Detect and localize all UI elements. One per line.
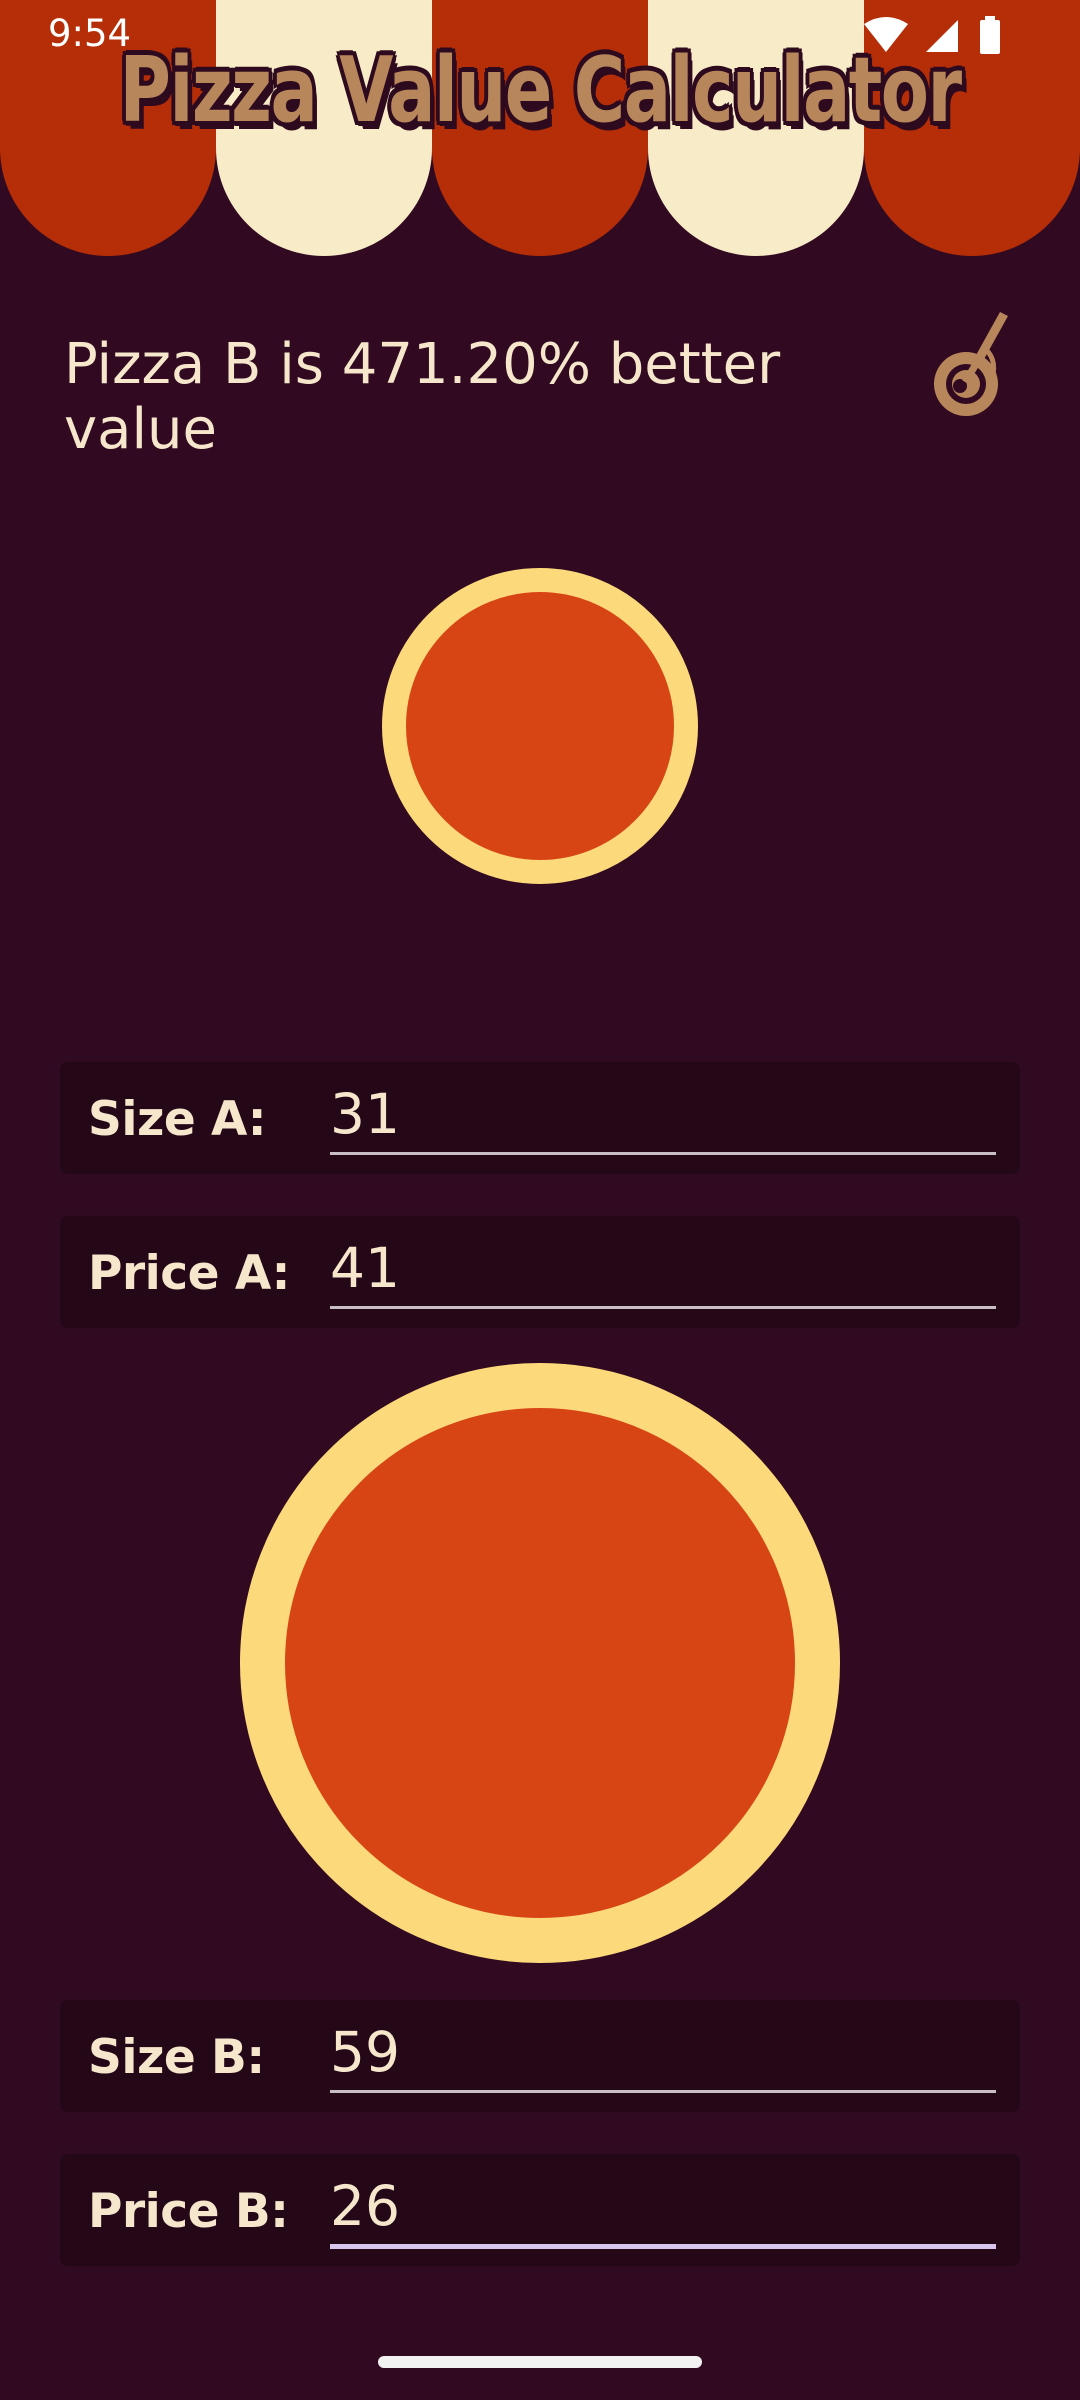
price-a-label: Price A: (88, 1246, 290, 1301)
size-a-label: Size A: (88, 1092, 267, 1147)
price-b-input[interactable] (330, 2168, 996, 2249)
pizza-a-graphic (382, 568, 698, 884)
price-b-label: Price B: (88, 2184, 289, 2239)
size-b-label: Size B: (88, 2030, 265, 2085)
size-a-row: Size A: (50, 1052, 1030, 1184)
size-a-input[interactable] (330, 1076, 996, 1155)
pizza-cutter-icon (934, 312, 1008, 416)
home-indicator[interactable] (378, 2356, 702, 2368)
app-title: Pizza Value Calculator (119, 38, 962, 143)
size-b-row: Size B: (50, 1990, 1030, 2122)
price-a-input[interactable] (330, 1230, 996, 1309)
result-text: Pizza B is 471.20% better value (64, 332, 781, 462)
price-a-row: Price A: (50, 1206, 1030, 1338)
battery-icon (980, 16, 1000, 54)
pizza-b-graphic (240, 1363, 840, 1963)
size-b-input[interactable] (330, 2014, 996, 2093)
price-b-row: Price B: (50, 2144, 1030, 2276)
